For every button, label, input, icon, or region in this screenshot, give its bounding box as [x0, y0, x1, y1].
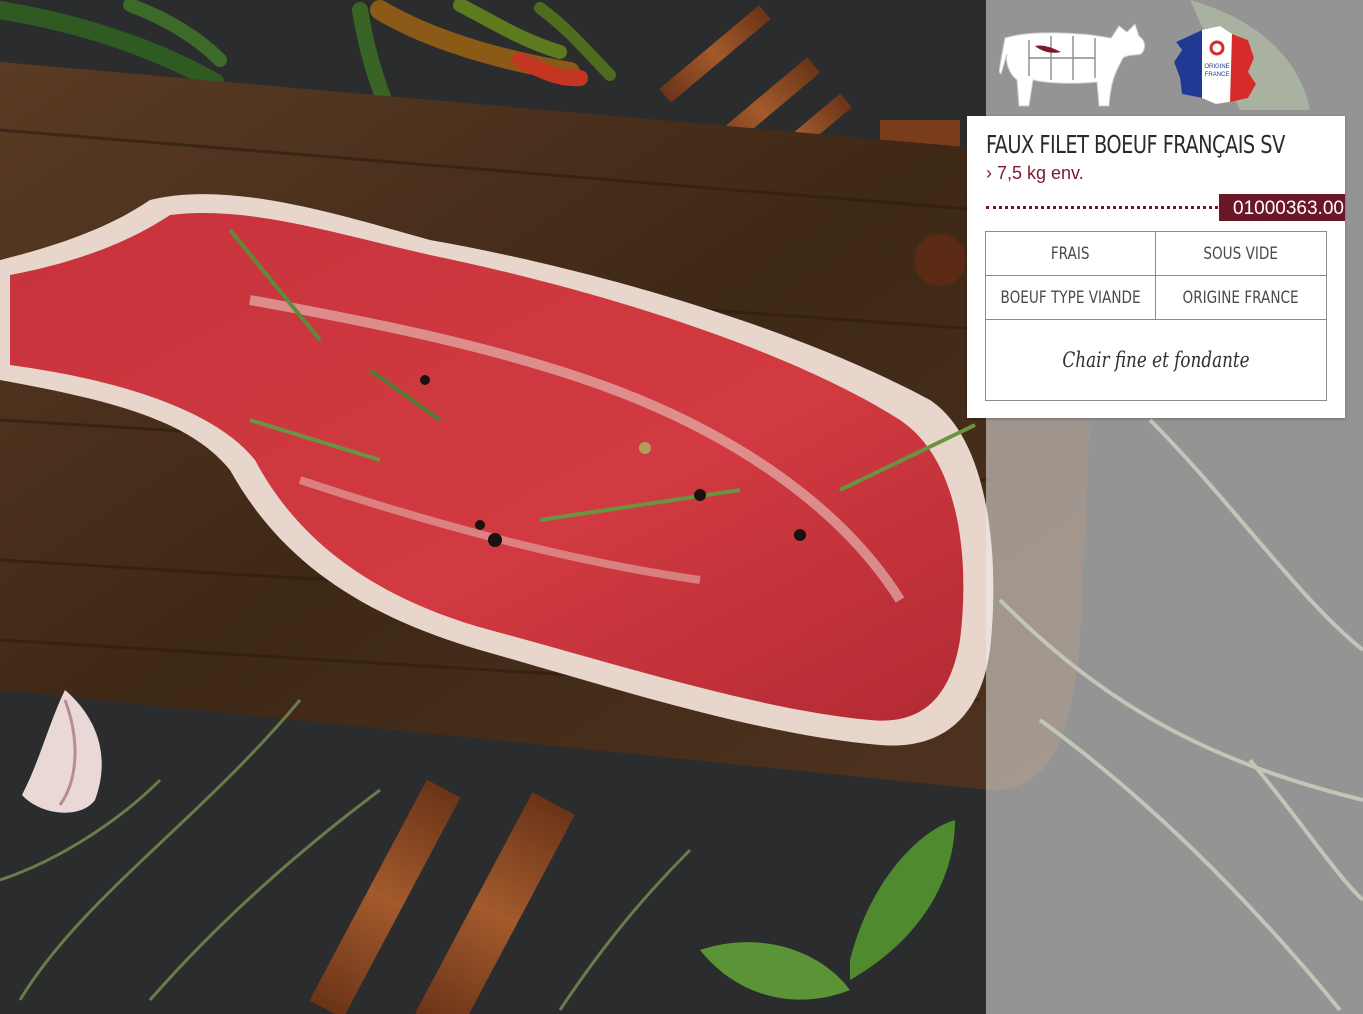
- product-title: FAUX FILET BOEUF FRANÇAIS SV: [986, 130, 1285, 159]
- star-anise: [914, 234, 966, 286]
- tagline-text: Chair fine et fondante: [1062, 348, 1250, 372]
- attribute-packaging: SOUS VIDE: [1156, 232, 1326, 276]
- attribute-conservation: FRAIS: [986, 232, 1156, 276]
- attribute-origin: ORIGINE FRANCE: [1156, 276, 1326, 320]
- origin-badge-line2: FRANCE: [1205, 72, 1230, 78]
- dotted-divider: [986, 206, 1218, 209]
- product-code-badge: 01000363.001: [1219, 194, 1345, 221]
- attribute-origin-label: ORIGINE FRANCE: [1182, 287, 1300, 308]
- product-info-card: FAUX FILET BOEUF FRANÇAIS SV › 7,5 kg en…: [967, 116, 1345, 418]
- cow-cuts-diagram-icon: [999, 23, 1146, 107]
- origin-badge-line1: ORIGINE: [1204, 64, 1229, 70]
- attributes-table: FRAIS SOUS VIDE BOEUF TYPE VIANDE ORIGIN…: [985, 231, 1327, 401]
- attribute-meat-type: BOEUF TYPE VIANDE: [986, 276, 1156, 320]
- product-weight: › 7,5 kg env.: [986, 163, 1084, 183]
- attribute-packaging-label: SOUS VIDE: [1203, 243, 1279, 264]
- tagline: Chair fine et fondante: [986, 320, 1326, 400]
- attribute-meat-type-label: BOEUF TYPE VIANDE: [1000, 287, 1141, 308]
- attribute-conservation-label: FRAIS: [1051, 243, 1090, 264]
- france-map-icon: ORIGINE FRANCE: [1174, 26, 1256, 104]
